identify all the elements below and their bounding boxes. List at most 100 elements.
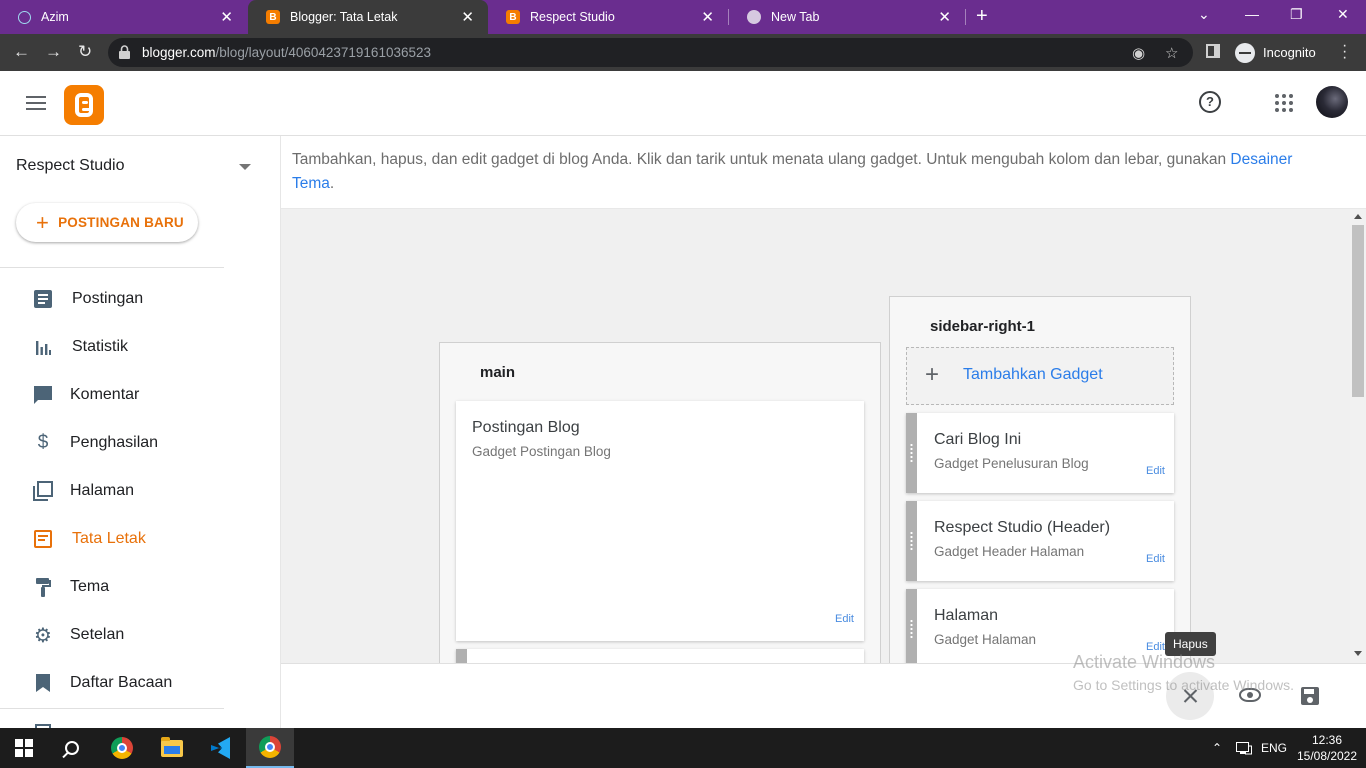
tray-chevron-icon[interactable]: ⌃ — [1212, 728, 1222, 768]
sidebar-item-label: Tata Letak — [72, 530, 146, 547]
blogger-favicon-icon: B — [506, 10, 520, 24]
taskbar-search-button[interactable] — [48, 728, 96, 768]
new-post-button[interactable]: + POSTINGAN BARU — [16, 203, 198, 242]
section-title: sidebar-right-1 — [930, 318, 1036, 335]
menu-icon[interactable] — [26, 96, 46, 110]
url-path: /blog/layout/4060423719161036523 — [215, 45, 431, 60]
clock-date: 15/08/2022 — [1296, 749, 1358, 763]
clock[interactable]: 12:36 15/08/2022 — [1294, 732, 1360, 764]
browser-toolbar: ← → ↻ blogger.com/blog/layout/4060423719… — [0, 34, 1366, 71]
tab-respect-studio[interactable]: B Respect Studio ✕ — [488, 0, 728, 34]
blogger-logo[interactable] — [64, 85, 104, 125]
avatar[interactable] — [1316, 86, 1348, 118]
left-sidebar: Respect Studio + POSTINGAN BARU Postinga… — [0, 136, 281, 728]
preview-eye-icon[interactable] — [1239, 688, 1261, 702]
instructions-end: . — [329, 175, 335, 192]
tab-search-icon[interactable]: ⌄ — [1198, 6, 1210, 23]
sidebar-item-setelan[interactable]: ⚙ Setelan — [0, 613, 224, 657]
scroll-up-icon[interactable] — [1354, 214, 1362, 219]
sidebar-item-halaman[interactable]: Halaman — [0, 469, 224, 513]
sidebar-item-tata-letak[interactable]: Tata Letak — [0, 517, 224, 561]
sidebar-item-statistik[interactable]: Statistik — [0, 325, 224, 369]
earnings-icon: $ — [37, 432, 49, 453]
taskbar-vscode[interactable] — [197, 728, 245, 768]
close-tab-icon[interactable]: ✕ — [461, 10, 474, 25]
settings-icon: ⚙ — [34, 624, 52, 647]
sidebar-item-postingan[interactable]: Postingan — [0, 277, 224, 321]
folder-icon — [161, 736, 183, 757]
scroll-down-icon[interactable] — [1354, 651, 1362, 656]
edit-link[interactable]: Edit — [1146, 553, 1165, 565]
incognito-icon — [1235, 42, 1255, 63]
gadget-subtitle: Gadget Penelusuran Blog — [934, 456, 1089, 471]
drag-handle[interactable] — [906, 589, 917, 663]
layout-action-bar — [281, 663, 1366, 728]
close-tab-icon[interactable]: ✕ — [938, 10, 951, 25]
chrome-icon — [111, 737, 133, 759]
section-sidebar-right-1: sidebar-right-1 + Tambahkan Gadget Cari … — [889, 296, 1191, 663]
divider — [0, 267, 224, 268]
forward-icon[interactable]: → — [45, 42, 62, 62]
instructions-text: Tambahkan, hapus, dan edit gadget di blo… — [292, 151, 1231, 168]
tracking-blocked-icon[interactable]: ◉ — [1132, 44, 1145, 62]
scrollbar-thumb[interactable] — [1352, 225, 1364, 397]
reload-icon[interactable]: ↻ — [78, 42, 92, 62]
tab-azim[interactable]: Azim ✕ — [0, 0, 247, 34]
taskbar-chrome[interactable] — [98, 728, 146, 768]
drag-handle[interactable] — [456, 649, 467, 663]
sidebar-item-komentar[interactable]: Komentar — [0, 373, 224, 417]
gadget-header[interactable]: Respect Studio (Header) Gadget Header Ha… — [906, 501, 1174, 581]
bookmark-star-icon[interactable]: ☆ — [1165, 44, 1178, 62]
sidebar-item-tema[interactable]: Tema — [0, 565, 224, 609]
edit-link[interactable]: Edit — [835, 613, 854, 625]
network-icon[interactable] — [1236, 728, 1252, 768]
section-main: main Postingan Blog Gadget Postingan Blo… — [439, 342, 881, 663]
edit-link[interactable]: Edit — [1146, 465, 1165, 477]
back-icon[interactable]: ← — [13, 42, 30, 62]
edit-link[interactable]: Edit — [1146, 641, 1165, 653]
vscode-icon — [210, 737, 232, 759]
drag-handle[interactable] — [906, 501, 917, 581]
address-bar[interactable]: blogger.com/blog/layout/4060423719161036… — [108, 38, 1193, 67]
close-tab-icon[interactable]: ✕ — [220, 10, 233, 25]
tab-blogger-layout[interactable]: B Blogger: Tata Letak ✕ — [248, 0, 488, 34]
close-tab-icon[interactable]: ✕ — [701, 10, 714, 25]
add-gadget-button[interactable]: + Tambahkan Gadget — [906, 347, 1174, 405]
language-indicator[interactable]: ENG — [1261, 728, 1287, 768]
save-icon[interactable] — [1301, 687, 1319, 705]
gadget-search-blog[interactable]: Cari Blog Ini Gadget Penelusuran Blog Ed… — [906, 413, 1174, 493]
comments-icon — [33, 385, 53, 405]
gadget-subtitle: Gadget Halaman — [934, 632, 1037, 647]
close-window-icon[interactable]: ✕ — [1337, 6, 1349, 23]
layout-canvas: main Postingan Blog Gadget Postingan Blo… — [281, 209, 1350, 663]
stats-icon — [33, 337, 53, 357]
incognito-badge[interactable]: Incognito — [1229, 38, 1329, 67]
drag-handle[interactable] — [906, 413, 917, 493]
google-apps-icon[interactable] — [1275, 94, 1293, 112]
gadget-next[interactable] — [456, 649, 864, 663]
new-tab-button[interactable]: + — [976, 5, 988, 27]
sidebar-item-penghasilan[interactable]: $ Penghasilan — [0, 421, 224, 465]
side-panel-icon[interactable] — [1206, 44, 1220, 58]
windows-logo-icon — [15, 739, 33, 757]
gadget-pages[interactable]: Halaman Gadget Halaman Edit — [906, 589, 1174, 663]
browser-menu-icon[interactable]: · · · — [1342, 38, 1347, 66]
restore-icon[interactable]: ❐ — [1290, 6, 1303, 23]
caret-down-icon[interactable] — [239, 164, 251, 170]
taskbar-chrome-incognito[interactable] — [246, 728, 294, 768]
incognito-favicon-icon — [747, 10, 761, 24]
divider — [0, 708, 224, 709]
lock-icon — [119, 45, 130, 59]
sidebar-item-daftar-bacaan[interactable]: Daftar Bacaan — [0, 661, 224, 705]
help-icon[interactable]: ? — [1199, 91, 1221, 113]
minimize-icon[interactable]: — — [1245, 6, 1259, 22]
vertical-scrollbar[interactable] — [1350, 209, 1366, 663]
start-button[interactable] — [0, 728, 48, 768]
tooltip: Hapus — [1165, 632, 1216, 656]
blog-selector[interactable]: Respect Studio — [16, 157, 125, 175]
gadget-blog-posts[interactable]: Postingan Blog Gadget Postingan Blog Edi… — [456, 401, 864, 641]
taskbar-file-explorer[interactable] — [148, 728, 196, 768]
incognito-label: Incognito — [1263, 45, 1316, 60]
discard-close-button[interactable] — [1166, 672, 1214, 720]
tab-new-tab[interactable]: New Tab ✕ — [729, 0, 965, 34]
